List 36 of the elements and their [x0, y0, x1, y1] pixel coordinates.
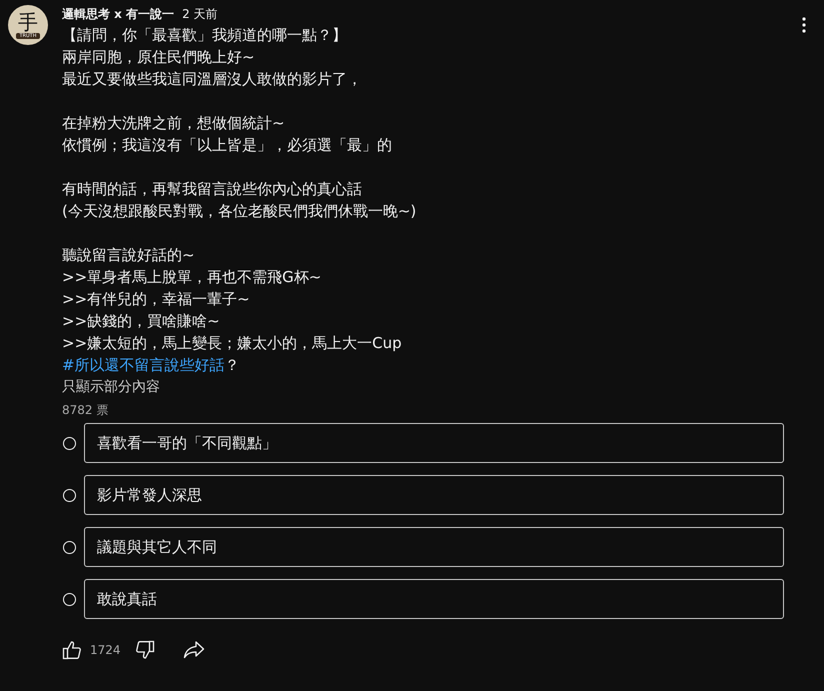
poll-option[interactable]: 影片常發人深思: [84, 475, 784, 515]
share-button[interactable]: [182, 640, 205, 660]
post-text-line: 聽說留言說好話的~: [62, 245, 196, 266]
author-name[interactable]: 邏輯思考 x 有一說一: [62, 6, 174, 22]
poll-option[interactable]: 敢說真話: [84, 579, 784, 619]
read-more-link[interactable]: 只顯示部分內容: [62, 377, 160, 397]
post-text-line: >>缺錢的，買啥賺啥~: [62, 311, 221, 332]
poll-option[interactable]: 喜歡看一哥的「不同觀點」: [84, 423, 784, 463]
radio-button[interactable]: [63, 592, 76, 606]
post-text-line: 【請問，你「最喜歡」我頻道的哪一點？】: [62, 25, 348, 46]
avatar-glyph: 手: [18, 11, 38, 33]
post-text-line: 依慣例；我這沒有「以上皆是」，必須選「最」的: [62, 135, 393, 156]
post-time[interactable]: 2 天前: [182, 6, 218, 22]
post-text: ？: [224, 356, 240, 374]
like-button[interactable]: [62, 640, 82, 660]
post-text-line: >>單身者馬上脫單，再也不需飛G杯~: [62, 267, 322, 288]
thumbs-down-icon: [134, 640, 155, 660]
post-text-line: (今天沒想跟酸民對戰，各位老酸民們我們休戰一晚~): [62, 201, 418, 222]
radio-button[interactable]: [63, 488, 76, 502]
post-text-line: 最近又要做些我這同溫層沒人敢做的影片了，: [62, 69, 363, 90]
more-options-button[interactable]: [802, 17, 806, 33]
post-text-line: 兩岸同胞，原住民們晚上好~: [62, 47, 256, 68]
post-text-line: >>有伴兒的，幸福一輩子~: [62, 289, 251, 310]
dislike-button[interactable]: [134, 640, 155, 660]
post-text-line: 有時間的話，再幫我留言說些你內心的真心話: [62, 179, 363, 200]
vote-count: 8782 票: [62, 402, 110, 419]
hashtag-link[interactable]: #所以還不留言說些好話: [62, 356, 225, 374]
like-count: 1724: [90, 643, 121, 657]
poll-option[interactable]: 議題與其它人不同: [84, 527, 784, 567]
post-text-line: >>嫌太短的，馬上變長；嫌太小的，馬上大一Cup: [62, 333, 403, 354]
thumbs-up-icon: [62, 640, 82, 660]
post-text-line: 在掉粉大洗牌之前，想做個統計~: [62, 113, 286, 134]
menu-dots-icon: [802, 17, 806, 33]
share-arrow-icon: [182, 640, 205, 660]
radio-button[interactable]: [63, 436, 76, 450]
radio-button[interactable]: [63, 540, 76, 554]
